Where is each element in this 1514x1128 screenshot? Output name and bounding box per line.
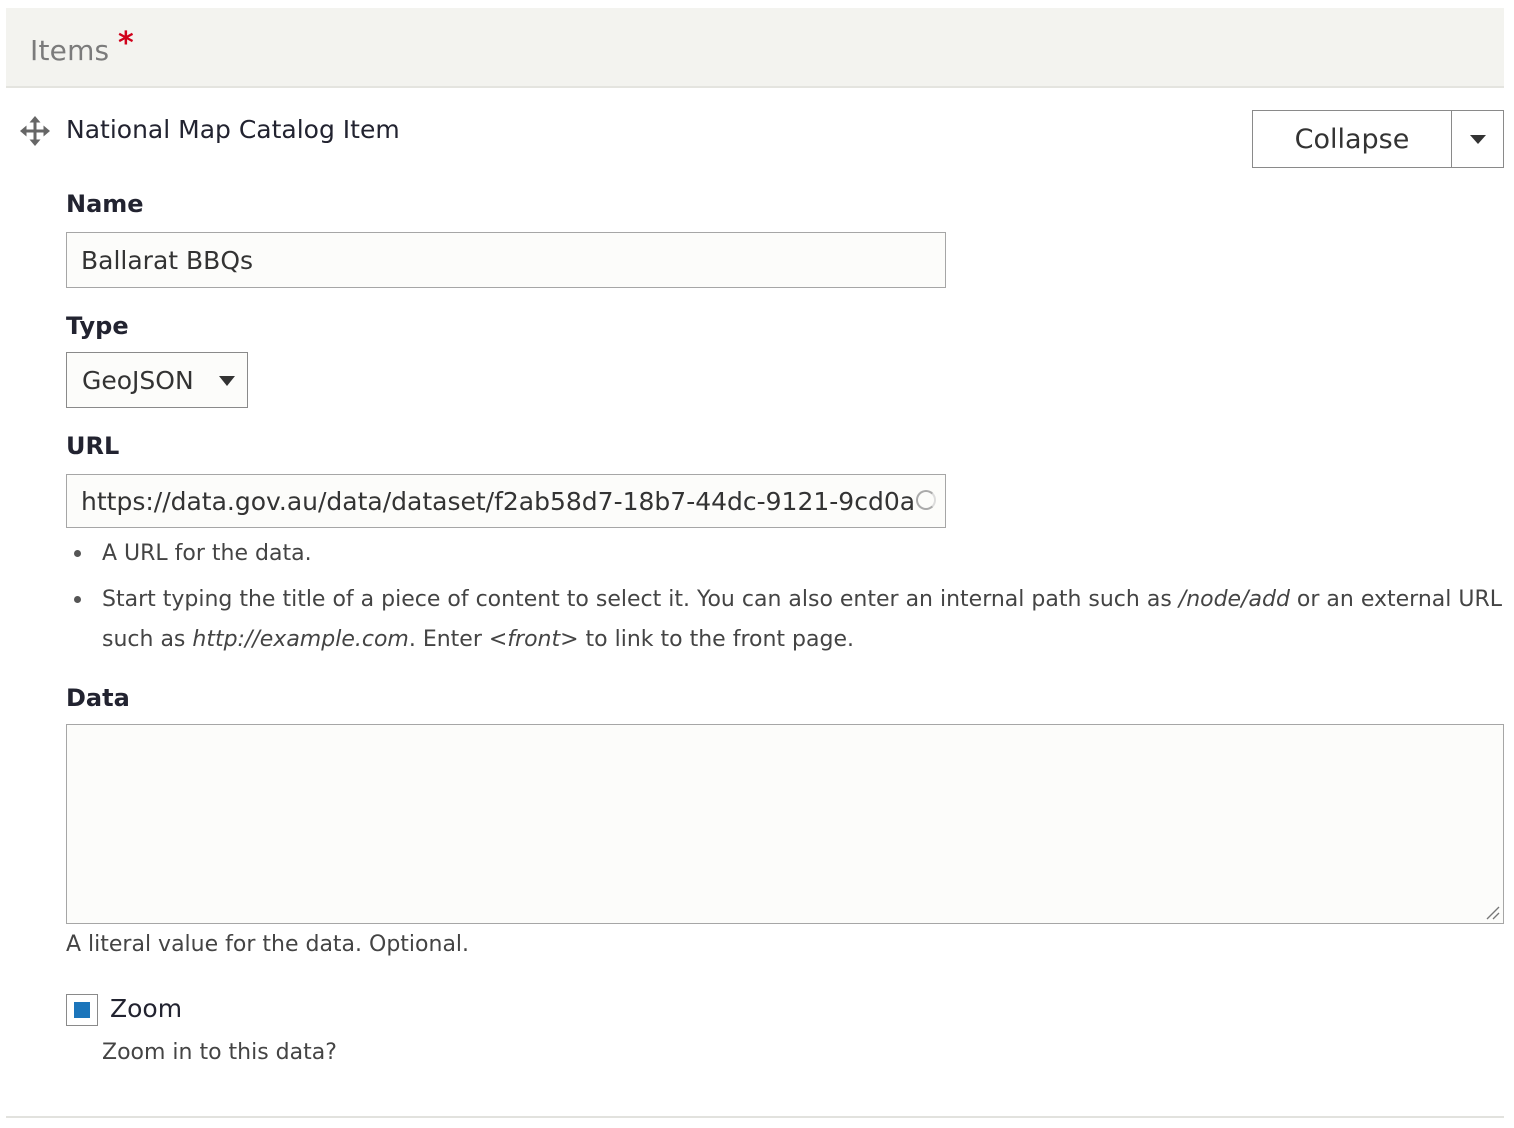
type-select-value: GeoJSON bbox=[82, 365, 194, 395]
bottom-divider bbox=[6, 1116, 1504, 1118]
type-select[interactable]: GeoJSON bbox=[66, 352, 248, 408]
items-title: Items bbox=[30, 34, 110, 67]
zoom-label[interactable]: Zoom bbox=[110, 994, 182, 1023]
resize-grip-icon[interactable] bbox=[1484, 904, 1500, 920]
move-arrows-icon[interactable] bbox=[20, 116, 50, 146]
url-help-example-path: /node/add bbox=[1178, 587, 1290, 612]
url-help-text: Start typing the title of a piece of con… bbox=[102, 587, 1179, 612]
operations-dropdown-toggle[interactable] bbox=[1452, 111, 1503, 167]
zoom-checkbox[interactable] bbox=[66, 994, 98, 1026]
autocomplete-throbber-icon bbox=[916, 490, 936, 510]
data-description: A literal value for the data. Optional. bbox=[66, 932, 470, 957]
collapse-button[interactable]: Collapse bbox=[1253, 111, 1452, 167]
items-fieldset-header: Items * bbox=[6, 8, 1504, 88]
caret-down-icon bbox=[1469, 134, 1486, 144]
required-marker: * bbox=[118, 26, 134, 61]
url-label: URL bbox=[66, 432, 120, 460]
type-label: Type bbox=[66, 312, 129, 340]
url-input[interactable] bbox=[66, 474, 946, 528]
data-textarea[interactable] bbox=[66, 724, 1504, 924]
url-help-item: A URL for the data. bbox=[66, 534, 1502, 574]
url-help-example-url: http://example.com bbox=[192, 627, 409, 652]
url-help-example-front: <front> bbox=[488, 627, 579, 652]
name-label: Name bbox=[66, 190, 144, 218]
checkbox-checked-indicator bbox=[74, 1002, 90, 1018]
url-help-item: Start typing the title of a piece of con… bbox=[66, 580, 1502, 660]
zoom-description: Zoom in to this data? bbox=[102, 1040, 337, 1065]
caret-down-icon bbox=[219, 376, 235, 386]
url-help-text: A URL for the data. bbox=[102, 541, 312, 566]
collapse-split-button: Collapse bbox=[1252, 110, 1504, 168]
url-description-list: A URL for the data. Start typing the tit… bbox=[66, 534, 1502, 666]
url-help-text: to link to the front page. bbox=[578, 627, 854, 652]
name-input[interactable] bbox=[66, 232, 946, 288]
data-label: Data bbox=[66, 684, 130, 712]
paragraph-item-title: National Map Catalog Item bbox=[66, 115, 400, 144]
url-help-text: . Enter bbox=[408, 627, 489, 652]
